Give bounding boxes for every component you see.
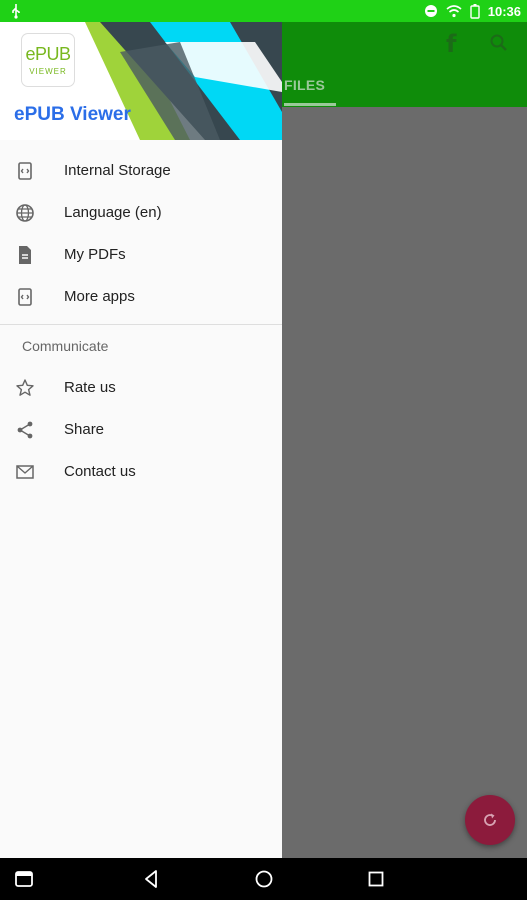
- status-bar: 10:36: [0, 0, 527, 22]
- tab-files[interactable]: FILES: [284, 77, 325, 93]
- menu-item-rate-us[interactable]: Rate us: [0, 367, 282, 409]
- menu-item-label: Rate us: [64, 379, 116, 396]
- refresh-button[interactable]: [465, 795, 515, 845]
- globe-icon: [16, 204, 34, 222]
- tab-indicator: [284, 103, 336, 106]
- share-icon: [17, 421, 33, 439]
- drawer-divider: [0, 324, 282, 325]
- menu-item-share[interactable]: Share: [0, 409, 282, 451]
- battery-icon: [470, 3, 480, 19]
- drawer-menu: Internal Storage Language (en) My PDFs M…: [0, 150, 282, 318]
- communicate-menu: Rate us Share Contact us: [0, 367, 282, 493]
- menu-item-label: Language (en): [64, 204, 162, 221]
- home-icon[interactable]: [253, 868, 275, 890]
- app-logo: ePUB VIEWER: [22, 34, 74, 86]
- wifi-icon: [446, 5, 462, 18]
- menu-item-contact-us[interactable]: Contact us: [0, 451, 282, 493]
- menu-item-label: My PDFs: [64, 246, 126, 263]
- back-icon[interactable]: [141, 868, 163, 890]
- menu-item-label: Internal Storage: [64, 162, 171, 179]
- menu-item-label: More apps: [64, 288, 135, 305]
- facebook-icon[interactable]: f: [446, 30, 456, 58]
- menu-item-label: Contact us: [64, 463, 136, 480]
- section-communicate: Communicate: [22, 338, 109, 354]
- menu-item-more-apps[interactable]: More apps: [0, 276, 282, 318]
- logo-text-viewer: VIEWER: [29, 67, 67, 76]
- status-time: 10:36: [487, 3, 521, 19]
- dnd-icon: [424, 5, 437, 17]
- apps-icon: [18, 288, 32, 306]
- system-navigation-bar: [0, 858, 527, 900]
- usb-icon: [12, 4, 20, 19]
- app-title: ePUB Viewer: [14, 104, 131, 125]
- recents-icon[interactable]: [365, 868, 387, 890]
- document-icon: [19, 246, 31, 264]
- menu-item-language[interactable]: Language (en): [0, 192, 282, 234]
- screenshot-icon[interactable]: [13, 868, 35, 890]
- menu-item-label: Share: [64, 421, 105, 438]
- search-icon[interactable]: [489, 33, 509, 53]
- refresh-icon: [484, 813, 496, 826]
- navigation-drawer: ePUB VIEWER ePUB Viewer Internal Storage…: [0, 22, 282, 858]
- star-icon: [16, 379, 34, 396]
- storage-icon: [18, 162, 32, 180]
- mail-icon: [16, 465, 34, 479]
- menu-item-internal-storage[interactable]: Internal Storage: [0, 150, 282, 192]
- drawer-header: ePUB VIEWER ePUB Viewer: [0, 22, 282, 140]
- logo-text-epub: ePUB: [25, 44, 71, 64]
- menu-item-my-pdfs[interactable]: My PDFs: [0, 234, 282, 276]
